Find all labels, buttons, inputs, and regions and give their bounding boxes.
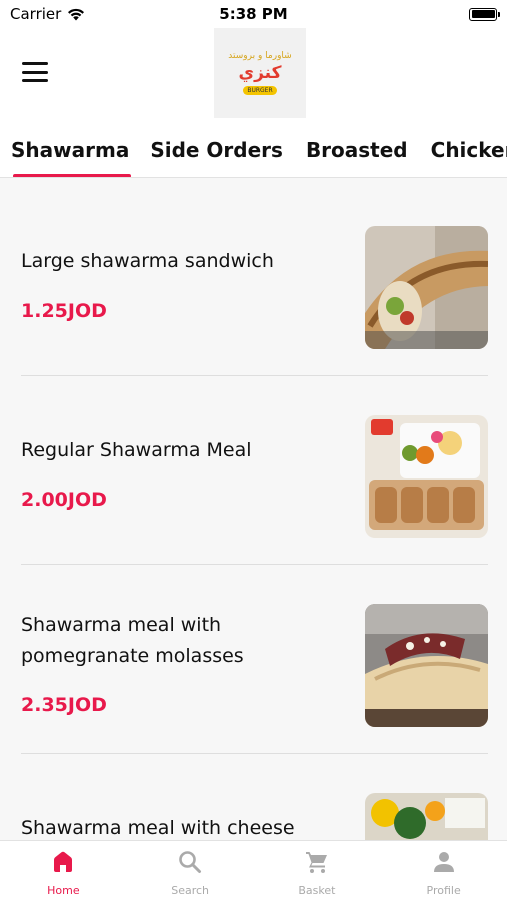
- restaurant-logo: شاورما و بروستد كنزي BURGER: [214, 28, 306, 118]
- cart-icon: [305, 852, 327, 873]
- category-tabs: Shawarma Side Orders Broasted Chicken bu…: [0, 122, 507, 178]
- item-image: [365, 793, 488, 840]
- menu-item[interactable]: Shawarma meal with cheese: [0, 746, 507, 840]
- tabbar-basket-label: Basket: [298, 884, 336, 897]
- tab-chicken-burger[interactable]: Chicken burger: [431, 122, 507, 177]
- item-name: Shawarma meal with pomegranate molasses: [21, 614, 244, 667]
- carrier-label: Carrier: [10, 5, 62, 23]
- tabbar-basket[interactable]: Basket: [254, 841, 381, 900]
- tabbar-home-label: Home: [47, 884, 80, 897]
- tabbar-search[interactable]: Search: [127, 841, 254, 900]
- home-icon: [54, 851, 73, 872]
- tabbar-search-label: Search: [171, 884, 210, 897]
- item-price: 2.35JOD: [21, 694, 107, 716]
- tab-side-orders[interactable]: Side Orders: [150, 122, 283, 177]
- tab-shawarma[interactable]: Shawarma: [11, 122, 132, 177]
- search-icon: [179, 851, 202, 873]
- menu-button[interactable]: [22, 62, 48, 82]
- item-name: Regular Shawarma Meal: [21, 439, 252, 461]
- person-icon: [433, 852, 454, 872]
- menu-item[interactable]: Regular Shawarma Meal 2.00JOD: [0, 368, 507, 557]
- bottom-tab-bar: Home Search Basket Profile: [0, 840, 507, 900]
- tabbar-profile[interactable]: Profile: [380, 841, 507, 900]
- tabbar-home[interactable]: Home: [0, 841, 127, 900]
- logo-badge: BURGER: [243, 86, 277, 95]
- item-price: 1.25JOD: [21, 300, 107, 322]
- tabbar-profile-label: Profile: [426, 884, 461, 897]
- item-name: Large shawarma sandwich: [21, 250, 274, 272]
- header: شاورما و بروستد كنزي BURGER: [0, 28, 507, 122]
- item-price: 2.00JOD: [21, 489, 107, 511]
- status-left: Carrier: [10, 5, 85, 23]
- battery-icon: [469, 7, 500, 21]
- menu-item[interactable]: Large shawarma sandwich 1.25JOD: [0, 179, 507, 368]
- wifi-icon: [68, 8, 85, 20]
- menu-item[interactable]: Shawarma meal with pomegranate molasses …: [0, 557, 507, 746]
- item-name: Shawarma meal with cheese: [21, 817, 295, 839]
- logo-arabic-subtitle: شاورما و بروستد: [228, 51, 292, 61]
- menu-list: Large shawarma sandwich 1.25JOD Regular …: [0, 179, 507, 840]
- item-image: [365, 604, 488, 727]
- status-bar: Carrier 5:38 PM: [0, 0, 507, 28]
- item-image: [365, 226, 488, 349]
- logo-arabic-title: كنزي: [238, 63, 282, 83]
- tab-broasted[interactable]: Broasted: [306, 122, 408, 177]
- item-image: [365, 415, 488, 538]
